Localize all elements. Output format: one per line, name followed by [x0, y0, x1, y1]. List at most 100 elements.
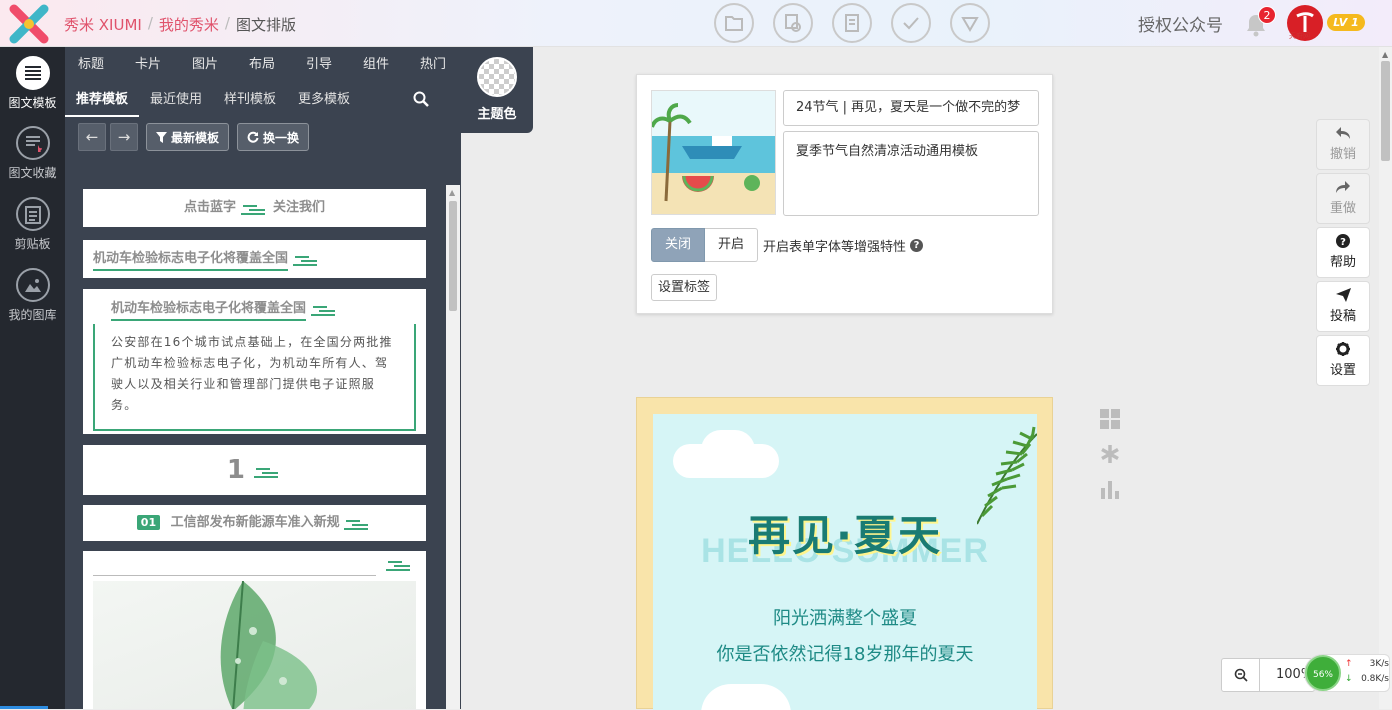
right-toolbar: 撤销 重做 ? 帮助 投稿 设置 — [1316, 119, 1370, 389]
left-nav: 图文模板 图文收藏 剪贴板 我的图库 — [0, 47, 65, 709]
article-canvas[interactable]: HELLO SUMMER 再见·夏天 阳光洒满整个盛夏 你是否依然记得18岁那年… — [636, 397, 1053, 710]
toolbar — [714, 3, 990, 43]
undo-icon — [1336, 127, 1350, 139]
settings-button[interactable]: 设置 — [1316, 335, 1370, 386]
nav-item-favorites[interactable]: 图文收藏 — [0, 117, 65, 187]
breadcrumb-xiumi[interactable]: 秀米 XIUMI — [64, 14, 142, 35]
leaf-illustration — [220, 580, 317, 709]
panel-scroll-thumb[interactable] — [449, 201, 457, 311]
cloud-shape — [701, 430, 755, 470]
tab-sample[interactable]: 样刊模板 — [213, 85, 287, 117]
nav-item-clipboard[interactable]: 剪贴板 — [0, 188, 65, 258]
xiumi-logo[interactable] — [8, 3, 50, 45]
enhance-description: 开启表单字体等增强特性 ? — [763, 236, 924, 255]
decor-bars-icon — [310, 302, 339, 316]
open-folder-button[interactable] — [714, 3, 754, 43]
category-title[interactable]: 标题 — [78, 47, 135, 85]
grid-icon[interactable] — [1099, 408, 1121, 430]
cloud-shape — [701, 684, 791, 710]
article-template-icon — [24, 66, 41, 80]
headline-text: 机动车检验标志电子化将覆盖全国 — [93, 247, 289, 271]
article-title-input[interactable]: 24节气 | 再见，夏天是一个做不完的梦 — [783, 90, 1039, 126]
nav-label: 剪贴板 — [14, 237, 51, 251]
breadcrumb: 秀米 XIUMI / 我的秀米 / 图文排版 — [64, 14, 296, 35]
nav-label: 我的图库 — [8, 308, 57, 322]
undo-button[interactable]: 撤销 — [1316, 119, 1370, 170]
follow-text: 点击蓝字 — [183, 200, 236, 215]
search-icon[interactable] — [412, 90, 430, 108]
scroll-up-icon[interactable]: ▲ — [1382, 50, 1388, 59]
preview-button[interactable] — [832, 3, 872, 43]
shuffle-label: 换一换 — [263, 130, 300, 145]
toggle-off-button[interactable]: 关闭 — [651, 228, 705, 262]
more-button[interactable] — [950, 3, 990, 43]
theme-color-button[interactable]: 主题色 — [461, 47, 533, 133]
page-scrollbar[interactable]: ▲ — [1379, 47, 1392, 709]
template-follow-us[interactable]: 点击蓝字 关注我们 — [83, 189, 426, 227]
leaf-image — [93, 580, 416, 709]
breadcrumb-separator: / — [147, 14, 153, 32]
transparent-swatch-icon — [477, 57, 517, 97]
settings-label: 设置 — [1329, 363, 1356, 378]
shuffle-button[interactable]: 换一换 — [237, 123, 310, 151]
upload-speed: ↑ 3K/s — [1345, 659, 1389, 669]
submit-button[interactable]: 投稿 — [1316, 281, 1370, 332]
cover-thumbnail[interactable] — [651, 90, 776, 215]
newest-templates-button[interactable]: 最新模板 — [146, 123, 230, 151]
zoom-out-button[interactable] — [1222, 659, 1260, 691]
network-monitor: 56% ↑ 3K/s ↓ 0.8K/s — [1304, 654, 1390, 692]
breadcrumb-separator: / — [224, 14, 230, 32]
category-card[interactable]: 卡片 — [135, 47, 192, 85]
nav-item-article-template[interactable]: 图文模板 — [0, 47, 65, 117]
follow-text-2: 关注我们 — [273, 200, 326, 215]
decor-bars-icon — [292, 252, 321, 266]
template-numbered-title[interactable]: 01 工信部发布新能源车准入新规 — [83, 505, 426, 541]
settings-icon — [1336, 342, 1350, 356]
scroll-up-icon[interactable]: ▲ — [449, 188, 455, 197]
question-icon[interactable]: ? — [910, 239, 924, 252]
tab-recommended[interactable]: 推荐模板 — [65, 85, 140, 117]
cpu-usage-indicator: 56% — [1305, 655, 1341, 691]
category-image[interactable]: 图片 — [192, 47, 249, 85]
category-guide[interactable]: 引导 — [306, 47, 363, 85]
tab-recent[interactable]: 最近使用 — [139, 85, 213, 117]
category-component[interactable]: 组件 — [363, 47, 420, 85]
template-image-card[interactable] — [83, 551, 426, 709]
save-button[interactable] — [891, 3, 931, 43]
level-badge: LV 1 — [1327, 14, 1365, 31]
panel-scrollbar[interactable]: ▲ — [446, 185, 460, 709]
template-tabs: 推荐模板 最近使用 样刊模板 更多模板 — [65, 85, 461, 117]
number-badge: 01 — [136, 515, 161, 530]
next-button[interactable]: → — [110, 123, 138, 151]
redo-button[interactable]: 重做 — [1316, 173, 1370, 224]
decor-bars-icon — [254, 464, 282, 478]
copy-button[interactable] — [773, 3, 813, 43]
svg-text:?: ? — [1340, 237, 1346, 248]
asterisk-icon[interactable] — [1099, 443, 1121, 465]
download-speed-value: 0.8K/s — [1361, 674, 1389, 684]
download-speed: ↓ 0.8K/s — [1345, 674, 1389, 684]
category-layout[interactable]: 布局 — [249, 47, 306, 85]
set-tags-button[interactable]: 设置标签 — [651, 274, 718, 301]
tab-more[interactable]: 更多模板 — [287, 85, 361, 117]
enhance-toggle: 关闭 开启 — [651, 228, 758, 262]
template-number[interactable]: 1 — [83, 445, 426, 495]
article-description-input[interactable]: 夏季节气自然清凉活动通用模板 — [783, 131, 1039, 216]
toggle-on-button[interactable]: 开启 — [705, 228, 758, 262]
avatar-caption: 天府网 — [1289, 32, 1310, 40]
template-headline-underline[interactable]: 机动车检验标志电子化将覆盖全国 — [83, 240, 426, 278]
summer-title: 再见·夏天 — [748, 511, 942, 560]
gallery-icon — [24, 279, 41, 292]
template-headline-box[interactable]: 机动车检验标志电子化将覆盖全国 公安部在16个城市试点基础上，在全国分两批推广机… — [83, 289, 426, 434]
nav-item-gallery[interactable]: 我的图库 — [0, 259, 65, 329]
help-button[interactable]: ? 帮助 — [1316, 227, 1370, 278]
breadcrumb-my-xiumi[interactable]: 我的秀米 — [159, 14, 219, 35]
prev-button[interactable]: ← — [78, 123, 106, 151]
redo-label: 重做 — [1329, 201, 1356, 216]
authorize-account-link[interactable]: 授权公众号 — [1138, 11, 1223, 36]
bar-chart-icon[interactable] — [1099, 478, 1121, 500]
nav-label: 图文模板 — [8, 96, 57, 110]
canvas-side-tools — [1099, 408, 1121, 500]
summer-template[interactable]: HELLO SUMMER 再见·夏天 阳光洒满整个盛夏 你是否依然记得18岁那年… — [653, 414, 1037, 710]
page-scroll-thumb[interactable] — [1381, 61, 1390, 161]
